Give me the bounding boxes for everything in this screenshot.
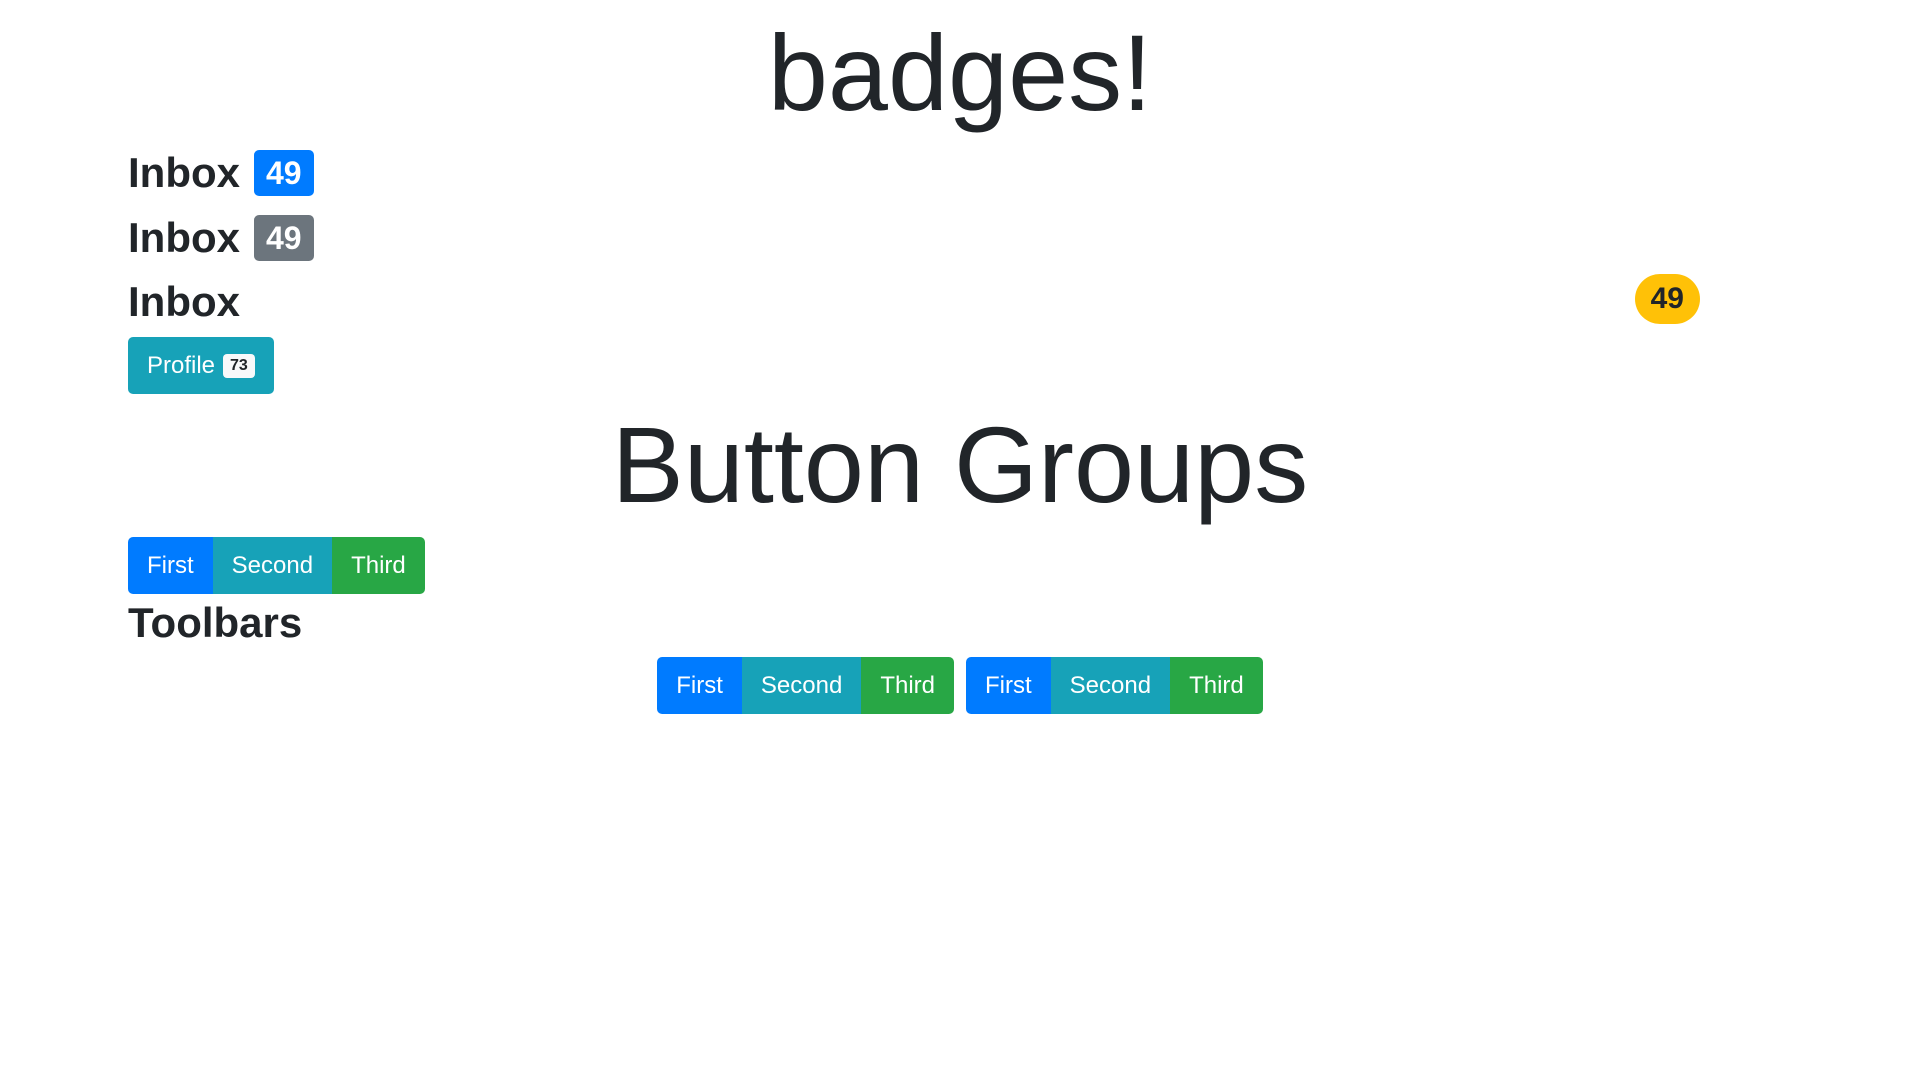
inbox-heading-primary: Inbox 49 [128,150,314,196]
profile-button[interactable]: Profile 73 [128,337,274,394]
toolbar-group-2: First Second Third [966,657,1263,714]
toolbar-2-third-button[interactable]: Third [1170,657,1263,714]
button-toolbar: First Second Third First Second Third [120,657,1800,714]
profile-button-label: Profile [147,351,216,379]
first-button[interactable]: First [128,537,213,594]
third-button[interactable]: Third [332,537,425,594]
page-container: badges! Inbox 49 Inbox 49 Inbox 49 Profi… [120,0,1800,1080]
inbox-heading-plain: Inbox [128,281,240,323]
toolbar-2-first-button[interactable]: First [966,657,1051,714]
toolbar-1-second-button[interactable]: Second [741,657,862,714]
profile-count-badge: 73 [223,353,255,378]
toolbar-group-1: First Second Third [657,657,954,714]
toolbar-1-third-button[interactable]: Third [861,657,954,714]
second-button[interactable]: Second [212,537,333,594]
inbox-heading-secondary: Inbox 49 [128,215,314,261]
inbox-count-badge-primary: 49 [254,150,314,196]
badges-title: badges! [767,12,1153,133]
button-groups-title: Button Groups [611,404,1309,525]
inbox-label: Inbox [128,214,240,261]
toolbar-1-first-button[interactable]: First [657,657,742,714]
inbox-count-badge-secondary: 49 [254,215,314,261]
button-group: First Second Third [128,537,425,594]
toolbars-title: Toolbars [128,599,303,646]
inbox-label: Inbox [128,278,240,325]
toolbar-2-second-button[interactable]: Second [1050,657,1171,714]
warning-pill-badge: 49 [1634,274,1700,324]
inbox-label: Inbox [128,149,240,196]
